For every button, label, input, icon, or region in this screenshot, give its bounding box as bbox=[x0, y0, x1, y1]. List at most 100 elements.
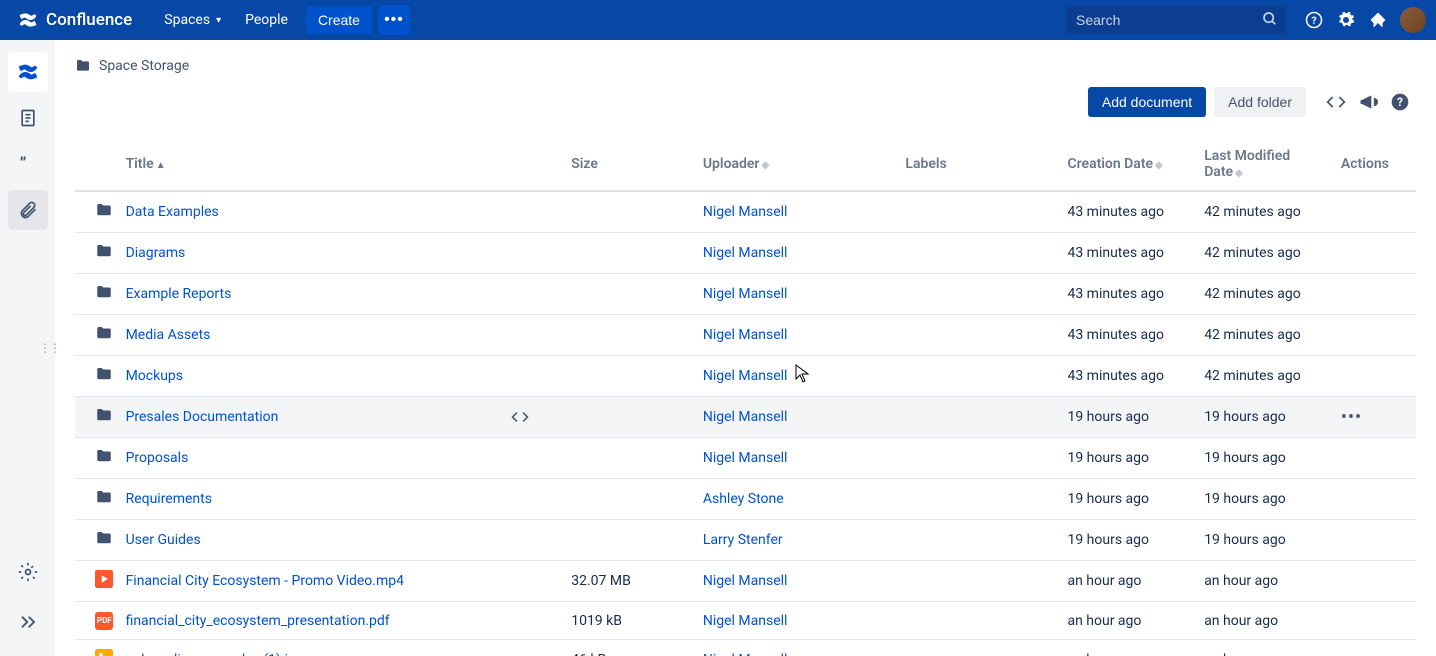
table-row[interactable]: Financial City Ecosystem - Promo Video.m… bbox=[75, 561, 1416, 602]
chevron-down-icon: ▾ bbox=[216, 15, 221, 26]
nav-people[interactable]: People bbox=[233, 0, 300, 40]
creation-date: 19 hours ago bbox=[1061, 438, 1198, 479]
file-title-link[interactable]: Data Examples bbox=[126, 204, 219, 220]
column-size[interactable]: Size bbox=[565, 140, 697, 191]
app-name: Confluence bbox=[46, 10, 132, 30]
settings-icon[interactable] bbox=[1330, 4, 1362, 36]
table-row[interactable]: Mockups Nigel Mansell 43 minutes ago42 min… bbox=[75, 356, 1416, 397]
modified-date: 42 minutes ago bbox=[1198, 233, 1335, 274]
file-size bbox=[565, 479, 697, 520]
file-title-link[interactable]: onboarding examples (1).jpg bbox=[126, 652, 304, 656]
file-title-link[interactable]: Proposals bbox=[126, 450, 189, 466]
table-row[interactable]: Media AssetsNigel Mansell43 minutes ago4… bbox=[75, 315, 1416, 356]
modified-date: 42 minutes ago bbox=[1198, 191, 1335, 233]
file-size bbox=[565, 438, 697, 479]
uploader-link[interactable]: Nigel Mansell bbox=[703, 573, 788, 589]
table-row[interactable]: Data ExamplesNigel Mansell43 minutes ago… bbox=[75, 191, 1416, 233]
creation-date: 43 minutes ago bbox=[1061, 356, 1198, 397]
sidebar-item-space[interactable] bbox=[8, 52, 48, 92]
nav-spaces-label: Spaces bbox=[164, 12, 210, 28]
help-icon[interactable]: ? bbox=[1298, 4, 1330, 36]
svg-text:?: ? bbox=[1311, 14, 1316, 27]
table-row[interactable]: DiagramsNigel Mansell43 minutes ago42 mi… bbox=[75, 233, 1416, 274]
uploader-link[interactable]: Ashley Stone bbox=[703, 491, 784, 507]
creation-date: an hour ago bbox=[1061, 602, 1198, 640]
uploader-link[interactable]: Nigel Mansell bbox=[703, 409, 788, 425]
file-labels bbox=[899, 438, 1061, 479]
column-uploader[interactable]: Uploader◆ bbox=[697, 140, 900, 191]
file-title-link[interactable]: User Guides bbox=[126, 532, 201, 548]
file-labels bbox=[899, 520, 1061, 561]
file-labels bbox=[899, 397, 1061, 438]
search-input[interactable] bbox=[1066, 6, 1286, 34]
uploader-link[interactable]: Nigel Mansell bbox=[703, 245, 788, 261]
uploader-link[interactable]: Nigel Mansell bbox=[703, 450, 788, 466]
uploader-link[interactable]: Nigel Mansell bbox=[703, 652, 788, 656]
modified-date: an hour ago bbox=[1198, 602, 1335, 640]
modified-date: 19 hours ago bbox=[1198, 397, 1335, 438]
sidebar-item-attachments[interactable] bbox=[8, 190, 48, 230]
video-file-icon bbox=[95, 570, 113, 588]
table-row[interactable]: ProposalsNigel Mansell19 hours ago19 hou… bbox=[75, 438, 1416, 479]
sort-icon: ◆ bbox=[1235, 168, 1243, 179]
file-size bbox=[565, 397, 697, 438]
file-title-link[interactable]: Diagrams bbox=[126, 245, 186, 261]
file-size: 32.07 MB bbox=[565, 561, 697, 602]
table-row[interactable]: User GuidesLarry Stenfer19 hours ago19 h… bbox=[75, 520, 1416, 561]
uploader-link[interactable]: Nigel Mansell bbox=[703, 286, 788, 302]
column-modified[interactable]: Last Modified Date◆ bbox=[1198, 140, 1335, 191]
file-title-link[interactable]: Media Assets bbox=[126, 327, 211, 343]
uploader-link[interactable]: Larry Stenfer bbox=[703, 532, 783, 548]
sidebar-item-blog[interactable]: ” bbox=[8, 144, 48, 184]
column-created[interactable]: Creation Date◆ bbox=[1061, 140, 1198, 191]
modified-date: an hour ago bbox=[1198, 561, 1335, 602]
user-avatar[interactable] bbox=[1400, 7, 1426, 33]
column-uploader-label: Uploader bbox=[703, 156, 760, 172]
column-title[interactable]: Title▲ bbox=[120, 140, 566, 191]
file-title-link[interactable]: Example Reports bbox=[126, 286, 232, 302]
column-labels[interactable]: Labels bbox=[899, 140, 1061, 191]
sidebar-item-settings[interactable] bbox=[8, 552, 48, 592]
creation-date: 19 hours ago bbox=[1061, 520, 1198, 561]
sort-icon: ◆ bbox=[761, 160, 769, 171]
sidebar-item-expand[interactable] bbox=[8, 602, 48, 642]
uploader-link[interactable]: Nigel Mansell bbox=[703, 327, 788, 343]
search-container bbox=[1066, 6, 1286, 34]
announce-icon[interactable] bbox=[1352, 86, 1384, 118]
file-size: 1019 kB bbox=[565, 602, 697, 640]
code-icon[interactable] bbox=[511, 408, 529, 426]
more-menu-button[interactable]: ••• bbox=[378, 5, 410, 35]
sidebar-item-pages[interactable] bbox=[8, 98, 48, 138]
uploader-link[interactable]: Nigel Mansell bbox=[703, 368, 788, 384]
uploader-link[interactable]: Nigel Mansell bbox=[703, 204, 788, 220]
add-folder-button[interactable]: Add folder bbox=[1214, 87, 1306, 117]
modified-date: 42 minutes ago bbox=[1198, 356, 1335, 397]
column-actions: Actions bbox=[1335, 140, 1416, 191]
file-title-link[interactable]: Financial City Ecosystem - Promo Video.m… bbox=[126, 573, 404, 589]
table-row[interactable]: onboarding examples (1).jpg46 kBNigel Ma… bbox=[75, 640, 1416, 656]
folder-icon bbox=[95, 365, 113, 383]
table-row[interactable]: Presales Documentation Nigel Mansell 19 ho… bbox=[75, 397, 1416, 438]
file-title-link[interactable]: Requirements bbox=[126, 491, 212, 507]
app-logo[interactable]: Confluence bbox=[18, 10, 132, 30]
help-context-icon[interactable]: ? bbox=[1384, 86, 1416, 118]
breadcrumb[interactable]: Space Storage bbox=[75, 58, 1416, 74]
add-document-button[interactable]: Add document bbox=[1088, 87, 1206, 117]
row-more-icon[interactable]: ••• bbox=[1341, 407, 1362, 428]
table-row[interactable]: Example ReportsNigel Mansell43 minutes a… bbox=[75, 274, 1416, 315]
table-row[interactable]: RequirementsAshley Stone19 hours ago19 h… bbox=[75, 479, 1416, 520]
modified-date: 42 minutes ago bbox=[1198, 274, 1335, 315]
file-title-link[interactable]: Presales Documentation bbox=[126, 409, 279, 425]
creation-date: an hour ago bbox=[1061, 561, 1198, 602]
create-button[interactable]: Create bbox=[306, 6, 372, 34]
code-icon[interactable] bbox=[1320, 86, 1352, 118]
notifications-icon[interactable] bbox=[1362, 4, 1394, 36]
file-title-link[interactable]: financial_city_ecosystem_presentation.pd… bbox=[126, 613, 390, 629]
nav-spaces[interactable]: Spaces ▾ bbox=[152, 0, 233, 40]
sidebar-resize-handle[interactable]: ⋮⋮ bbox=[39, 341, 59, 355]
top-navigation: Confluence Spaces ▾ People Create ••• ? bbox=[0, 0, 1436, 40]
table-row[interactable]: PDFfinancial_city_ecosystem_presentation… bbox=[75, 602, 1416, 640]
uploader-link[interactable]: Nigel Mansell bbox=[703, 613, 788, 629]
file-title-link[interactable]: Mockups bbox=[126, 368, 183, 384]
file-labels bbox=[899, 479, 1061, 520]
